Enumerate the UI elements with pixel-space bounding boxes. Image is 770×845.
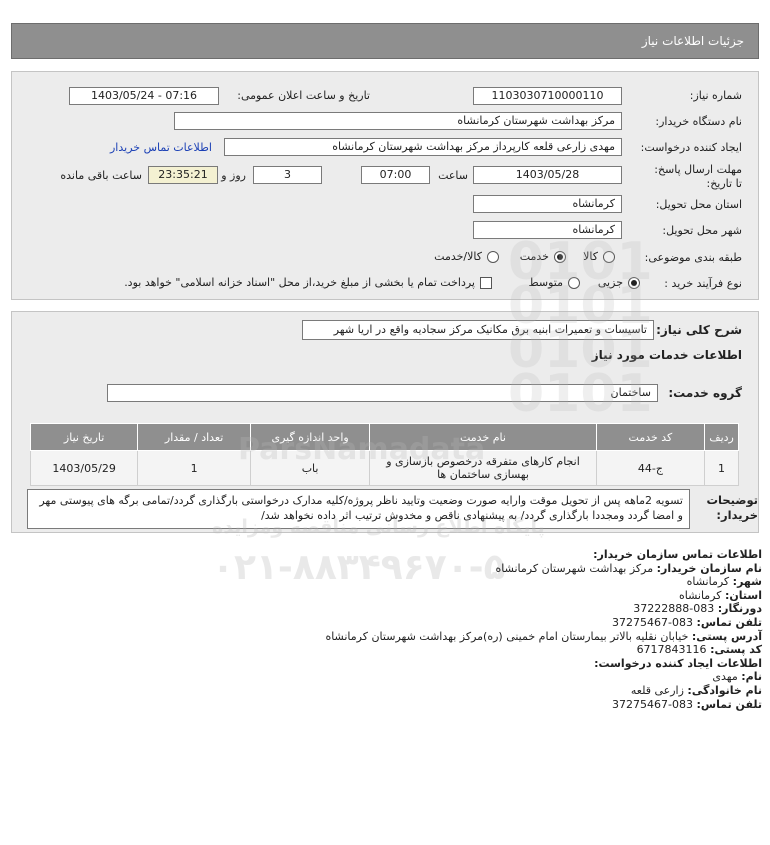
remaining-time-field: 23:35:21 <box>148 166 218 184</box>
creator-last-name-line: نام خانوادگی: زارعی قلعه <box>630 683 762 697</box>
contact-province-line: استان: کرمانشاه <box>678 588 762 602</box>
notes-label: توضیحات خریدار: <box>698 493 759 523</box>
contact-section: اطلاعات تماس سازمان خریدار: نام سازمان خ… <box>8 548 762 711</box>
watermark-logo-mark: 0101 0101 0101 0101 <box>508 232 653 424</box>
contact-phone-line: تلفن تماس: 083-37275467 <box>612 615 762 629</box>
need-number-label: شماره نیاز: <box>689 89 742 102</box>
category-option-goods-service: کالا/خدمت <box>434 250 482 263</box>
creator-contact-heading: اطلاعات ایجاد کننده درخواست: <box>594 656 762 670</box>
deadline-label: مهلت ارسال پاسخ: تا تاریخ: <box>650 163 742 191</box>
treasury-checkbox[interactable] <box>480 277 492 289</box>
deadline-time-label: ساعت <box>438 169 468 182</box>
col-row: ردیف <box>704 423 739 451</box>
requester-field[interactable]: مهدی زارعی قلعه کارپرداز مرکز بهداشت شهر… <box>224 138 622 156</box>
announce-label: تاریخ و ساعت اعلان عمومی: <box>237 89 370 102</box>
notes-label-text: توضیحات خریدار: <box>706 493 759 522</box>
cell-qty: 1 <box>137 450 251 486</box>
deadline-label-text: مهلت ارسال پاسخ: تا تاریخ: <box>654 163 742 190</box>
remaining-label: ساعت باقی مانده <box>60 169 142 182</box>
province-field[interactable]: کرمانشاه <box>473 195 622 213</box>
col-date: تاریخ نیاز <box>29 423 139 451</box>
col-code: کد خدمت <box>595 423 706 451</box>
buyer-contact-heading: اطلاعات تماس سازمان خریدار: <box>593 548 762 561</box>
requester-label: ایجاد کننده درخواست: <box>640 141 742 154</box>
contact-org-line: نام سازمان خریدار: مرکز بهداشت شهرستان ک… <box>495 561 762 575</box>
description-label: شرح کلی نیاز: <box>656 323 742 337</box>
creator-phone-line: تلفن تماس: 083-37275467 <box>612 697 762 711</box>
cell-date: 1403/05/29 <box>29 450 139 486</box>
contact-address-line: آدرس پستی: خیابان نقلیه بالاتر بیمارستان… <box>325 629 762 643</box>
category-radio-goods-service[interactable] <box>487 251 499 263</box>
city-label: شهر محل تحویل: <box>662 224 742 237</box>
contact-postal-line: کد پستی: 6717843116 <box>636 643 762 657</box>
watermark-brand: ParsNamadata <box>238 432 486 467</box>
category-label: طبقه بندی موضوعی: <box>644 251 742 264</box>
service-group-label: گروه خدمت: <box>668 386 742 400</box>
col-qty: تعداد / مقدار <box>137 423 251 451</box>
cell-row: 1 <box>704 450 739 486</box>
watermark-tagline: پایگاه اطلاع رسانی مناقصه ومزایده <box>212 516 545 538</box>
contact-fax-line: دورنگار: 083-37222888 <box>633 602 762 616</box>
days-field[interactable]: 3 <box>253 166 322 184</box>
cell-code: ج-44 <box>595 450 706 486</box>
deadline-time-field[interactable]: 07:00 <box>361 166 430 184</box>
buyer-org-label: نام دستگاه خریدار: <box>655 115 742 128</box>
province-label: استان محل تحویل: <box>655 198 742 211</box>
deadline-date-field[interactable]: 1403/05/28 <box>473 166 622 184</box>
days-label: روز و <box>221 169 246 182</box>
buyer-contact-link[interactable]: اطلاعات تماس خریدار <box>110 141 212 154</box>
announce-field[interactable]: 1403/05/24 - 07:16 <box>69 87 219 105</box>
process-label: نوع فرآیند خرید : <box>664 277 742 290</box>
buyer-org-field[interactable]: مرکز بهداشت شهرستان کرمانشاه <box>174 112 622 130</box>
page-header: جزئیات اطلاعات نیاز <box>11 23 759 59</box>
contact-city-line: شهر: کرمانشاه <box>686 575 762 589</box>
creator-first-name-line: نام: مهدی <box>712 670 762 684</box>
page-title: جزئیات اطلاعات نیاز <box>641 34 744 48</box>
treasury-checkbox-label: پرداخت تمام یا بخشی از مبلغ خرید،از محل … <box>124 276 475 289</box>
need-number-field[interactable]: 1103030710000110 <box>473 87 622 105</box>
